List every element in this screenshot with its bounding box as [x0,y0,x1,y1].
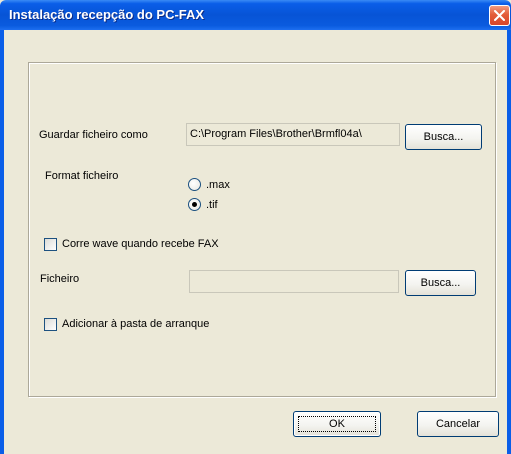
save-path-field[interactable]: C:\Program Files\Brother\Brmfl04a\ [186,123,400,146]
radio-max-label: .max [206,179,230,191]
cancel-button[interactable]: Cancelar [417,411,499,437]
radio-tif-label: .tif [206,199,218,211]
settings-group-box [28,62,496,397]
save-file-label: Guardar ficheiro como [39,129,148,141]
save-browse-button[interactable]: Busca... [405,124,482,150]
close-icon [494,10,505,21]
format-label: Format ficheiro [45,170,119,182]
startup-checkbox[interactable] [44,318,57,331]
radio-tif-dot [192,202,197,207]
file-path-field[interactable] [189,270,399,293]
file-browse-button[interactable]: Busca... [405,270,476,296]
ok-button[interactable]: OK [293,411,381,437]
startup-checkbox-label: Adicionar à pasta de arranque [62,318,210,330]
ok-button-label: OK [298,416,376,432]
window-title: Instalação recepção do PC-FAX [9,7,205,22]
file-label: Ficheiro [40,273,80,285]
window-frame-left [0,30,4,454]
title-bar[interactable]: Instalação recepção do PC-FAX [0,0,511,30]
radio-tif[interactable] [188,198,201,211]
radio-max[interactable] [188,178,201,191]
wave-checkbox[interactable] [44,238,57,251]
wave-checkbox-label: Corre wave quando recebe FAX [62,238,219,250]
close-button[interactable] [489,5,510,26]
window-frame-right [507,30,511,454]
dialog-window: Instalação recepção do PC-FAX Guardar fi… [0,0,511,454]
